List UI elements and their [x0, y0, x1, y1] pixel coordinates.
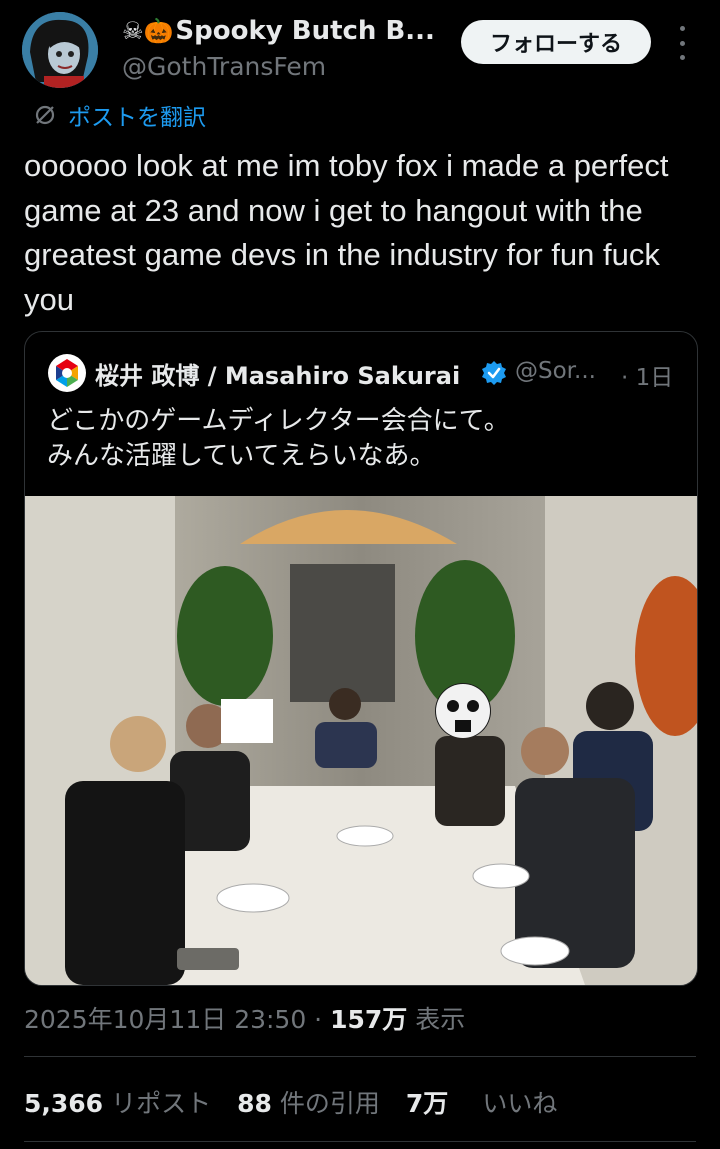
quotes-count: 88: [237, 1089, 272, 1118]
quoted-text: どこかのゲームディレクター会合にて。 みんな活躍していてえらいなあ。: [47, 404, 677, 474]
quoted-display-name: 桜井 政博 / Masahiro Sakurai: [95, 362, 461, 390]
display-name[interactable]: ☠🎃Spooky Butch B...: [122, 16, 435, 46]
reposts-stat[interactable]: 5,366 リポスト: [24, 1084, 211, 1120]
reposts-label: リポスト: [111, 1089, 212, 1118]
translate-icon: [35, 105, 55, 125]
avatar[interactable]: [22, 12, 98, 88]
author-handle[interactable]: @GothTransFem: [122, 52, 326, 81]
view-label: 表示: [407, 1005, 466, 1034]
quoted-timestamp: · 1日: [621, 365, 674, 391]
quoted-photo[interactable]: [25, 496, 697, 985]
likes-label: いいね: [482, 1089, 558, 1118]
likes-count: 7万: [405, 1089, 449, 1118]
translate-label: ポストを翻訳: [68, 105, 206, 131]
quoted-avatar: [48, 354, 86, 392]
quoted-text-line: みんな活躍していてえらいなあ。: [47, 441, 436, 471]
post-timestamp[interactable]: 2025年10月11日 23:50 ·: [24, 1005, 330, 1034]
skull-pumpkin-emoji: ☠🎃: [122, 17, 174, 45]
reposts-count: 5,366: [24, 1089, 104, 1118]
quoted-handle: @Sor...: [515, 358, 596, 384]
post-meta: 2025年10月11日 23:50 · 157万 表示: [24, 1000, 465, 1036]
engagement-stats: 5,366 リポスト 88 件の引用 7万 いいね: [24, 1084, 557, 1120]
tweet-text: oooooo look at me im toby fox i made a p…: [24, 148, 669, 317]
quoted-post-card[interactable]: 桜井 政博 / Masahiro Sakurai @Sor... · 1日 どこ…: [24, 331, 698, 986]
translate-post-link[interactable]: ポストを翻訳: [34, 98, 206, 132]
likes-stat[interactable]: 7万 いいね: [406, 1084, 557, 1120]
view-count: 157万: [330, 1005, 408, 1034]
quoted-text-line: どこかのゲームディレクター会合にて。: [47, 406, 510, 436]
quotes-label: 件の引用: [279, 1089, 380, 1118]
divider: [24, 1141, 696, 1142]
quotes-stat[interactable]: 88 件の引用: [237, 1084, 380, 1120]
more-options-icon[interactable]: [668, 26, 696, 60]
divider: [24, 1056, 696, 1057]
verified-badge-icon: [482, 361, 506, 385]
display-name-text: Spooky Butch B...: [175, 16, 435, 46]
follow-button[interactable]: フォローする: [461, 20, 651, 64]
